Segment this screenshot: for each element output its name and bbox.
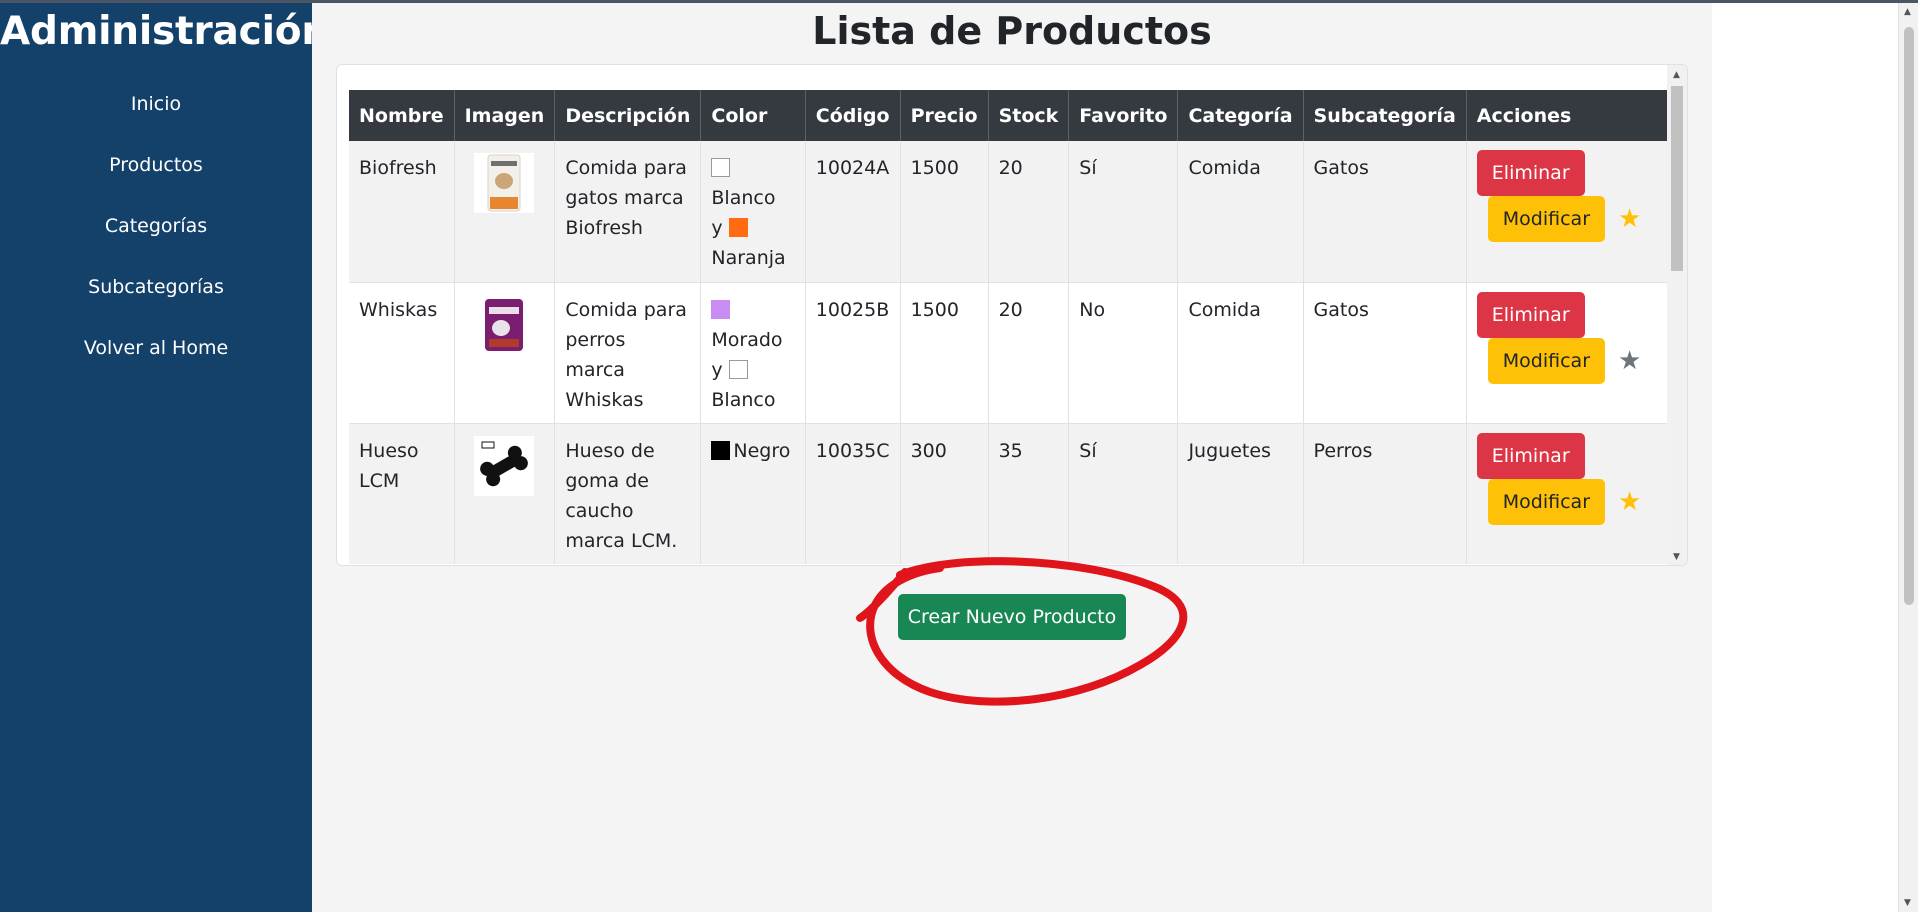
col-header-color: Color: [700, 90, 806, 141]
cell-color: Negro: [700, 423, 806, 564]
cell-stock: 35: [988, 423, 1070, 564]
table-scrollbar-thumb[interactable]: [1671, 86, 1683, 271]
product-image-biofresh: [474, 153, 535, 213]
cell-nombre: Whiskas: [349, 282, 455, 424]
table-row: Whiskas Comida para perros marca Whiskas: [349, 282, 1675, 424]
products-table: Nombre Imagen Descripción Color Código P…: [349, 90, 1675, 564]
col-header-precio: Precio: [900, 90, 989, 141]
col-header-categoria: Categoría: [1177, 90, 1304, 141]
col-header-descripcion: Descripción: [554, 90, 702, 141]
col-header-subcategoria: Subcategoría: [1303, 90, 1467, 141]
cell-imagen: [454, 141, 556, 283]
color-swatch-white: [711, 158, 731, 177]
cell-subcategoria: Gatos: [1303, 282, 1467, 424]
cell-acciones: EliminarModificar ★: [1466, 282, 1675, 424]
sidebar: Administración Inicio Productos Categorí…: [0, 3, 329, 912]
table-header-row: Nombre Imagen Descripción Color Código P…: [349, 90, 1675, 141]
sidebar-item-subcategorias[interactable]: Subcategorías: [0, 271, 312, 332]
color-separator: y: [711, 217, 723, 239]
cell-descripcion: Comida para perros marca Whiskas: [554, 282, 702, 424]
cell-stock: 20: [988, 282, 1070, 424]
sidebar-title: Administración: [0, 9, 329, 54]
sidebar-item-categorias[interactable]: Categorías: [0, 210, 312, 271]
page-scrollbar[interactable]: ▲ ▼: [1898, 3, 1918, 912]
edit-button[interactable]: Modificar: [1487, 337, 1606, 384]
color-swatch-white: [728, 359, 748, 379]
table-row: Hueso LCM Hueso de goma de caucho marca …: [349, 423, 1675, 564]
main-content: Lista de Productos Nombre Imagen Descrip…: [312, 3, 1712, 912]
cell-categoria: Juguetes: [1177, 423, 1304, 564]
create-product-button[interactable]: Crear Nuevo Producto: [898, 594, 1126, 640]
col-header-favorito: Favorito: [1068, 90, 1179, 141]
star-icon[interactable]: ★: [1618, 196, 1641, 242]
delete-button[interactable]: Eliminar: [1476, 432, 1585, 479]
cell-acciones: EliminarModificar ★: [1466, 423, 1675, 564]
cell-codigo: 10025B: [805, 282, 901, 424]
color-swatch-black: [711, 440, 731, 460]
delete-button[interactable]: Eliminar: [1476, 291, 1585, 338]
sidebar-item-productos[interactable]: Productos: [0, 149, 312, 210]
cell-precio: 300: [900, 423, 989, 564]
cell-categoria: Comida: [1177, 282, 1304, 424]
cell-nombre: Biofresh: [349, 141, 455, 283]
cell-stock: 20: [988, 141, 1070, 283]
table-scrollbar[interactable]: ▲ ▼: [1667, 65, 1687, 565]
cell-precio: 1500: [900, 141, 989, 283]
cell-descripcion: Comida para gatos marca Biofresh: [554, 141, 702, 283]
star-icon[interactable]: ★: [1618, 479, 1641, 525]
cell-color: Blanco y Naranja: [700, 141, 806, 283]
cell-imagen: [454, 282, 556, 424]
edit-button[interactable]: Modificar: [1487, 478, 1606, 525]
product-image-whiskas: [474, 294, 535, 355]
col-header-nombre: Nombre: [349, 90, 455, 141]
col-header-acciones: Acciones: [1466, 90, 1675, 141]
color-name: Blanco: [711, 388, 776, 411]
color-name: Naranja: [711, 247, 786, 269]
scroll-down-arrow-icon[interactable]: ▼: [1673, 552, 1680, 562]
cell-descripcion: Hueso de goma de caucho marca LCM.: [554, 423, 702, 564]
page-scroll-up-icon[interactable]: ▲: [1904, 7, 1911, 17]
delete-button[interactable]: Eliminar: [1476, 150, 1585, 196]
right-blank-area: [1712, 3, 1898, 912]
cell-favorito: No: [1068, 282, 1179, 424]
page-title: Lista de Productos: [812, 9, 1212, 53]
product-image-hueso: [474, 435, 535, 496]
cell-precio: 1500: [900, 282, 989, 424]
cell-subcategoria: Perros: [1303, 423, 1467, 564]
color-swatch-purple: [711, 299, 731, 319]
page-scrollbar-thumb[interactable]: [1904, 27, 1914, 605]
table-row: Biofresh Comida para gatos marca Biofres…: [349, 141, 1675, 283]
sidebar-item-volver-home[interactable]: Volver al Home: [0, 332, 312, 393]
cell-nombre: Hueso LCM: [349, 423, 455, 564]
edit-button[interactable]: Modificar: [1487, 196, 1606, 242]
col-header-stock: Stock: [988, 90, 1070, 141]
cell-subcategoria: Gatos: [1303, 141, 1467, 283]
star-icon[interactable]: ★: [1618, 338, 1641, 384]
color-separator: y: [711, 358, 723, 381]
color-name: Negro: [733, 439, 791, 462]
col-header-imagen: Imagen: [454, 90, 556, 141]
cell-categoria: Comida: [1177, 141, 1304, 283]
cell-codigo: 10024A: [805, 141, 901, 283]
color-name: Morado: [711, 328, 783, 351]
cell-codigo: 10035C: [805, 423, 901, 564]
cell-favorito: Sí: [1068, 423, 1179, 564]
col-header-codigo: Código: [805, 90, 901, 141]
cell-favorito: Sí: [1068, 141, 1179, 283]
cell-imagen: [454, 423, 556, 564]
sidebar-nav: Inicio Productos Categorías Subcategoría…: [0, 88, 312, 393]
sidebar-item-inicio[interactable]: Inicio: [0, 88, 312, 149]
page-scroll-down-icon[interactable]: ▼: [1904, 898, 1911, 908]
cell-acciones: EliminarModificar ★: [1466, 141, 1675, 283]
cell-color: Morado y Blanco: [700, 282, 806, 424]
color-swatch-orange: [728, 218, 748, 237]
scroll-up-arrow-icon[interactable]: ▲: [1673, 70, 1680, 80]
products-table-container: Nombre Imagen Descripción Color Código P…: [336, 64, 1688, 566]
color-name: Blanco: [711, 187, 776, 209]
